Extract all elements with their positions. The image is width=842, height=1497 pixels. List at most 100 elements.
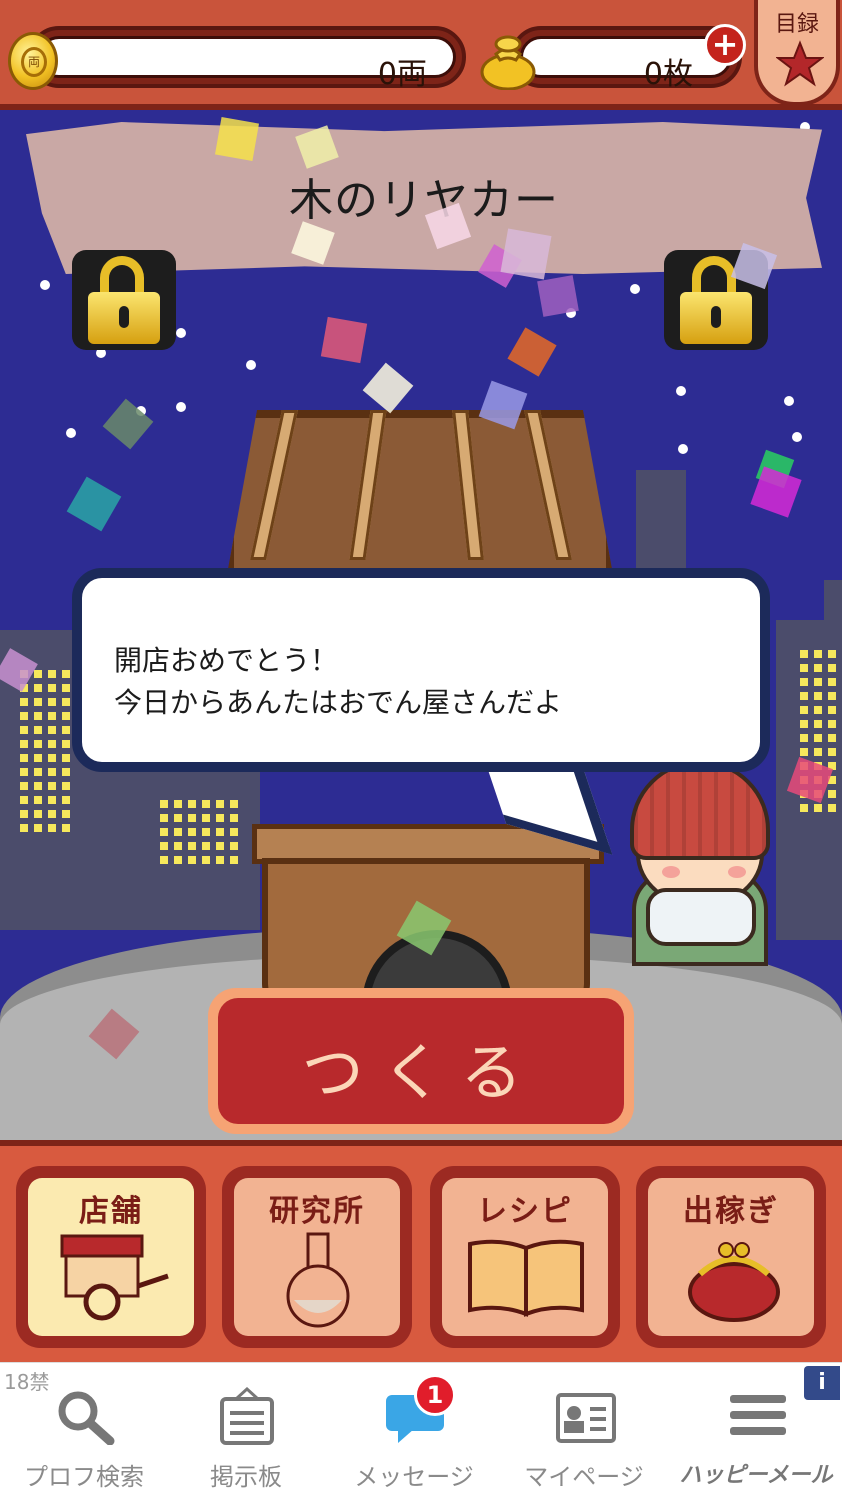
game-scene: 木のリヤカー 開店おめでとう！ 今日からあんたはおでん屋さんだよ つくる xyxy=(0,110,842,1140)
building-window xyxy=(202,828,210,836)
building-window xyxy=(62,698,70,706)
building-right-2 xyxy=(824,580,842,640)
confetti-piece xyxy=(362,362,414,414)
building-window xyxy=(48,768,56,776)
building-window xyxy=(188,814,196,822)
building-window xyxy=(48,670,56,678)
snow-dot xyxy=(246,360,256,370)
catalog-label: 目録 xyxy=(774,12,819,37)
menu-shop-label: 店舗 xyxy=(79,1194,143,1229)
shopkeeper-hat xyxy=(630,760,770,860)
snow-dot xyxy=(66,428,76,438)
building-window xyxy=(800,734,808,742)
building-window xyxy=(34,712,42,720)
building-window xyxy=(62,670,70,678)
building-window xyxy=(828,706,836,714)
speech-text: 開店おめでとう！ 今日からあんたはおでん屋さんだよ xyxy=(114,644,563,719)
building-window xyxy=(48,684,56,692)
profile-card-icon xyxy=(556,1393,616,1443)
building-window xyxy=(48,810,56,818)
message-count-badge: 1 xyxy=(414,1374,456,1416)
building-window xyxy=(800,804,808,812)
building-window xyxy=(160,856,168,864)
nav-bulletin-board[interactable]: 掲示板 xyxy=(162,1373,330,1493)
building-window xyxy=(34,768,42,776)
building-window xyxy=(800,706,808,714)
menu-lab-button[interactable]: 研究所 xyxy=(222,1166,412,1348)
building-window xyxy=(814,692,822,700)
building-window xyxy=(230,828,238,836)
menu-recipe-button[interactable]: レシピ xyxy=(430,1166,620,1348)
building-window xyxy=(188,856,196,864)
building-window xyxy=(160,800,168,808)
building-window xyxy=(230,800,238,808)
building-window xyxy=(216,828,224,836)
main-menu: 店舗 研究所 レシピ 出稼ぎ xyxy=(0,1140,842,1362)
catalog-button[interactable]: 目録 xyxy=(754,0,840,106)
building-window xyxy=(216,800,224,808)
prev-cart-lock-icon[interactable] xyxy=(72,250,176,350)
nav-my-page[interactable]: マイページ xyxy=(500,1373,668,1493)
building-window xyxy=(814,804,822,812)
building-window xyxy=(48,824,56,832)
nav-bulletin-board-label: 掲示板 xyxy=(210,1463,282,1491)
speech-bubble: 開店おめでとう！ 今日からあんたはおでん屋さんだよ xyxy=(72,568,770,772)
make-button[interactable]: つくる xyxy=(208,988,634,1134)
menu-work-button[interactable]: 出稼ぎ xyxy=(636,1166,826,1348)
building-window xyxy=(20,754,28,762)
confetti-piece xyxy=(507,327,557,377)
building-window xyxy=(62,684,70,692)
snow-dot xyxy=(40,280,50,290)
building-window xyxy=(34,726,42,734)
building-window xyxy=(202,814,210,822)
confetti-piece xyxy=(214,116,260,162)
building-window xyxy=(48,754,56,762)
money-bag-icon xyxy=(480,35,536,90)
building-window xyxy=(48,698,56,706)
building-window xyxy=(20,796,28,804)
purse-icon xyxy=(688,1242,780,1322)
building-window xyxy=(62,796,70,804)
building-window xyxy=(20,726,28,734)
building-window xyxy=(800,748,808,756)
book-icon xyxy=(468,1239,584,1317)
building-window xyxy=(20,782,28,790)
building-window xyxy=(62,824,70,832)
building-window xyxy=(814,706,822,714)
building-window xyxy=(814,734,822,742)
building-window xyxy=(188,800,196,808)
building-window xyxy=(160,842,168,850)
building-window xyxy=(800,720,808,728)
building-window xyxy=(216,814,224,822)
confetti-piece xyxy=(500,228,552,280)
ad-info-button[interactable]: i xyxy=(804,1366,840,1400)
building-window xyxy=(202,800,210,808)
cart-icon xyxy=(60,1234,169,1321)
building-window xyxy=(230,842,238,850)
menu-recipe-label: レシピ xyxy=(477,1194,573,1229)
building-window xyxy=(814,720,822,728)
building-window xyxy=(828,650,836,658)
building-window xyxy=(188,842,196,850)
building-window xyxy=(800,650,808,658)
building-window xyxy=(160,814,168,822)
add-coins-button[interactable]: + xyxy=(704,24,746,66)
building-window xyxy=(828,734,836,742)
menu-shop-button[interactable]: 店舗 xyxy=(16,1166,206,1348)
building-window xyxy=(202,856,210,864)
building-window xyxy=(160,828,168,836)
building-window xyxy=(48,796,56,804)
snow-dot xyxy=(784,396,794,406)
building-window xyxy=(174,814,182,822)
building-window xyxy=(174,828,182,836)
confetti-piece xyxy=(537,275,579,317)
building-window xyxy=(48,726,56,734)
building-window xyxy=(48,782,56,790)
building-window xyxy=(48,740,56,748)
building-window xyxy=(230,856,238,864)
building-window xyxy=(62,810,70,818)
make-button-label: つくる xyxy=(301,1036,541,1109)
building-window xyxy=(62,768,70,776)
building-window xyxy=(20,698,28,706)
flask-icon xyxy=(286,1232,350,1328)
